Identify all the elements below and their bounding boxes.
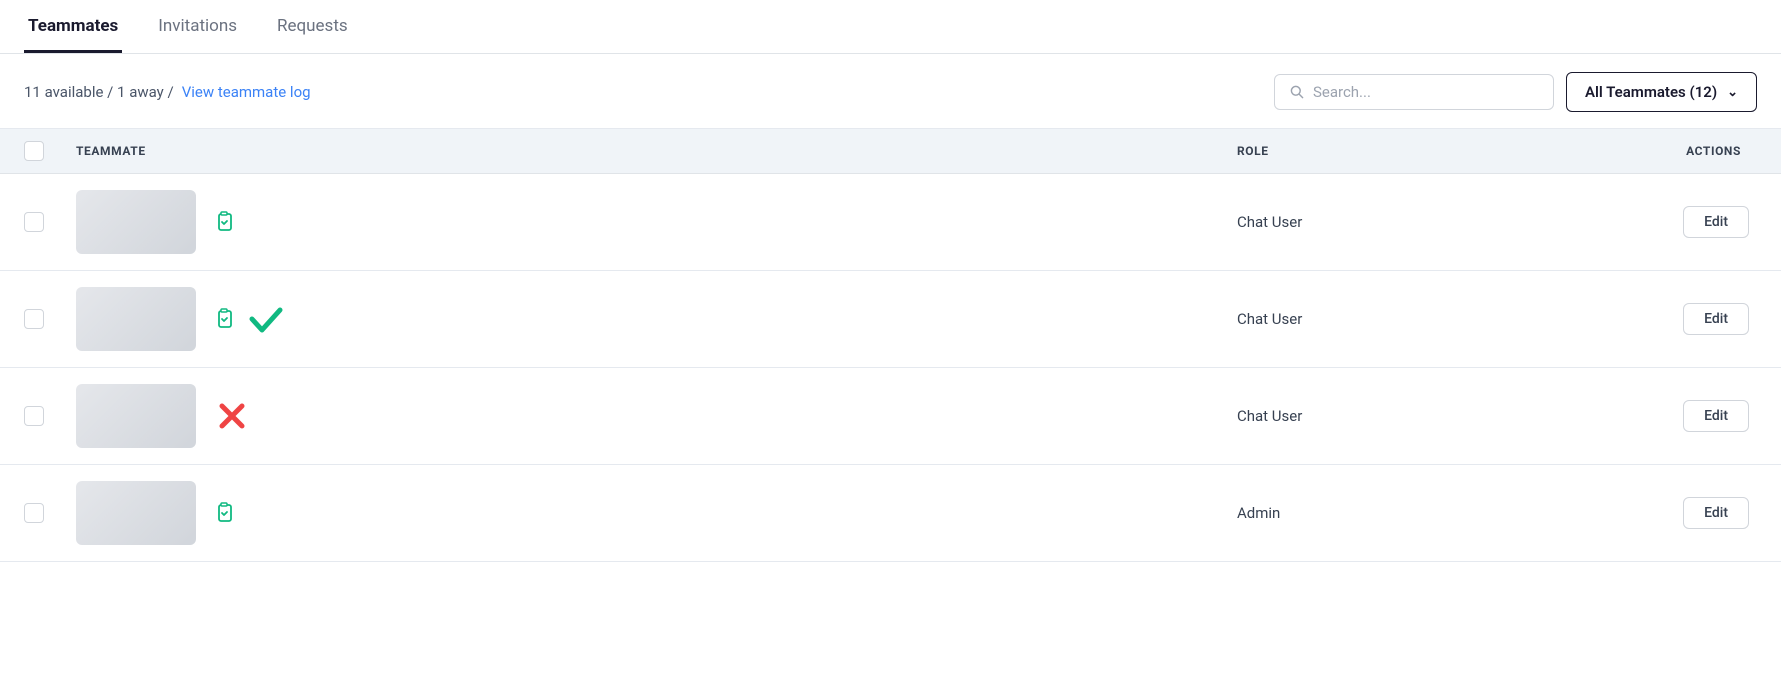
row-3-checkbox[interactable]	[24, 406, 44, 426]
row-1-checkbox-cell	[24, 212, 76, 232]
row-4-teammate-cell	[76, 465, 1237, 561]
row-2-avatar	[76, 287, 196, 351]
row-3-teammate-cell	[76, 368, 1237, 464]
row-3-actions: Edit	[1517, 400, 1757, 432]
table-container: TEAMMATE ROLE ACTIONS Chat User Edit	[0, 128, 1781, 562]
table-row: Chat User Edit	[0, 174, 1781, 271]
tab-invitations[interactable]: Invitations	[154, 0, 241, 53]
clipboard-icon	[212, 210, 236, 234]
row-4-checkbox[interactable]	[24, 503, 44, 523]
row-1-role: Chat User	[1237, 213, 1517, 231]
row-1-avatar	[76, 190, 196, 254]
toolbar: 11 available / 1 away / View teammate lo…	[0, 54, 1781, 128]
row-1-status-icons	[212, 210, 236, 234]
row-1-edit-button[interactable]: Edit	[1683, 206, 1749, 238]
row-1-teammate-cell	[76, 174, 1237, 270]
table-row: Admin Edit	[0, 465, 1781, 562]
column-header-actions: ACTIONS	[1517, 144, 1757, 158]
row-4-status-icons	[212, 501, 236, 525]
row-2-role: Chat User	[1237, 310, 1517, 328]
table-header: TEAMMATE ROLE ACTIONS	[0, 129, 1781, 174]
row-4-role: Admin	[1237, 504, 1517, 522]
header-checkbox-cell	[24, 141, 76, 161]
row-3-checkbox-cell	[24, 406, 76, 426]
clipboard-icon	[212, 307, 236, 331]
table-row: Chat User Edit	[0, 368, 1781, 465]
row-4-actions: Edit	[1517, 497, 1757, 529]
row-2-actions: Edit	[1517, 303, 1757, 335]
row-4-avatar	[76, 481, 196, 545]
filter-dropdown[interactable]: All Teammates (12) ⌄	[1566, 72, 1757, 112]
chevron-down-icon: ⌄	[1727, 85, 1738, 100]
row-1-checkbox[interactable]	[24, 212, 44, 232]
cross-mark-icon	[212, 396, 252, 436]
view-teammate-log-link[interactable]: View teammate log	[182, 83, 311, 101]
row-3-edit-button[interactable]: Edit	[1683, 400, 1749, 432]
row-3-avatar	[76, 384, 196, 448]
filter-dropdown-label: All Teammates (12)	[1585, 83, 1717, 101]
tabs-bar: Teammates Invitations Requests	[0, 0, 1781, 54]
table-row: Chat User Edit	[0, 271, 1781, 368]
row-4-checkbox-cell	[24, 503, 76, 523]
row-4-edit-button[interactable]: Edit	[1683, 497, 1749, 529]
select-all-checkbox[interactable]	[24, 141, 44, 161]
clipboard-icon	[212, 501, 236, 525]
row-2-edit-button[interactable]: Edit	[1683, 303, 1749, 335]
search-icon	[1289, 84, 1305, 100]
tab-requests[interactable]: Requests	[273, 0, 352, 53]
row-2-checkbox-cell	[24, 309, 76, 329]
toolbar-right: All Teammates (12) ⌄	[1274, 72, 1757, 112]
column-header-teammate: TEAMMATE	[76, 144, 1237, 158]
tab-teammates[interactable]: Teammates	[24, 0, 122, 53]
stats-text: 11 available / 1 away /	[24, 83, 174, 101]
check-mark-icon	[246, 299, 286, 339]
row-1-actions: Edit	[1517, 206, 1757, 238]
row-2-checkbox[interactable]	[24, 309, 44, 329]
search-box	[1274, 74, 1554, 110]
search-input[interactable]	[1313, 83, 1539, 101]
row-2-teammate-cell	[76, 271, 1237, 367]
toolbar-left: 11 available / 1 away / View teammate lo…	[24, 83, 311, 101]
row-2-status-icons	[212, 299, 286, 339]
row-3-role: Chat User	[1237, 407, 1517, 425]
row-3-status-icons	[212, 396, 252, 436]
column-header-role: ROLE	[1237, 144, 1517, 158]
